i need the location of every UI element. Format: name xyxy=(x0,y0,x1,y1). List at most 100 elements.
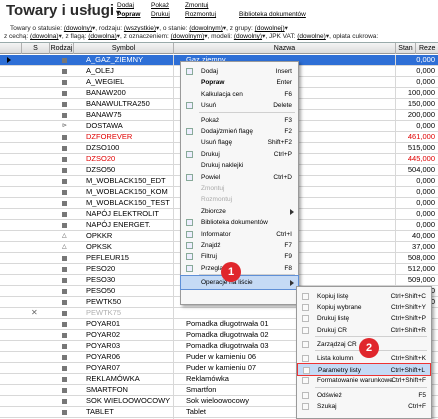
info-icon xyxy=(186,230,193,238)
submenu-item-icon xyxy=(302,340,309,348)
header-s[interactable]: S xyxy=(22,43,50,54)
cell-symbol: BANAWULTRA250 xyxy=(50,99,174,109)
cell-symbol: OPKKR xyxy=(50,231,174,241)
cell-symbol: POYAR07 xyxy=(50,363,174,373)
toolbar-add-link[interactable]: Dodaj xyxy=(117,2,134,9)
find-icon xyxy=(186,242,193,249)
toolbar-edit-link[interactable]: Popraw xyxy=(117,11,140,18)
cell-symbol: REKLAMÓWKA xyxy=(50,374,174,384)
submenu-item-icon xyxy=(302,355,309,362)
header-stock[interactable]: Stan xyxy=(396,43,416,54)
cell-symbol: POYAR01 xyxy=(50,319,174,329)
jpk-filter[interactable]: (dowolne) xyxy=(297,33,326,40)
print-icon xyxy=(186,150,193,158)
cell-symbol: PEFLEUR15 xyxy=(50,253,174,263)
menu-item-shortcut: Ctrl+Shift+F xyxy=(391,377,426,385)
cell-stock: 0,000 xyxy=(416,187,435,196)
cell-stock: 0,000 xyxy=(416,55,435,64)
status-filter[interactable]: (dowolny) xyxy=(64,25,92,32)
cell-symbol: M_WOBLACK150_KOM xyxy=(50,187,174,197)
submenu-arrow-icon xyxy=(290,280,294,287)
cell-stock: 37,000 xyxy=(412,242,435,251)
browse-icon xyxy=(186,264,193,272)
cell-stock: 515,000 xyxy=(407,143,435,152)
cell-symbol: NAPÓJ ELEKTROLIT xyxy=(50,209,174,219)
menu-separator xyxy=(315,335,427,337)
library-icon xyxy=(186,219,193,227)
delete-icon xyxy=(186,102,193,110)
context-menu-item[interactable]: Usuń Delete xyxy=(181,99,298,112)
cell-stock: 40,000 xyxy=(412,231,435,240)
header-symbol[interactable]: Symbol xyxy=(74,43,174,54)
header-name[interactable]: Nazwa xyxy=(174,43,396,54)
cell-stock: 0,000 xyxy=(416,121,435,130)
cell-symbol: SMARTFON xyxy=(50,385,174,395)
cell-symbol: POYAR03 xyxy=(50,341,174,351)
cell-stock: 150,000 xyxy=(407,99,435,108)
menu-item-label: Zarządzaj CR xyxy=(317,340,357,348)
header-kind[interactable]: Rodzaj xyxy=(50,43,74,54)
submenu-item-icon xyxy=(302,377,309,385)
cell-stock: 0,000 xyxy=(416,66,435,75)
step-badge-2: 2 xyxy=(359,338,379,358)
menu-separator xyxy=(315,386,427,388)
cell-symbol: DZSO100 xyxy=(50,143,174,153)
model-filter[interactable]: (dowolny) xyxy=(234,33,262,40)
toolbar-disassemble-link[interactable]: Rozmontuj xyxy=(185,11,216,18)
cell-stock: 0,000 xyxy=(416,77,435,86)
cell-stock: 512,000 xyxy=(407,264,435,273)
cell-symbol: NAPÓJ ENERGET. xyxy=(50,220,174,230)
cell-stock: 504,000 xyxy=(407,165,435,174)
menu-item-shortcut: Ctrl+Shift+R xyxy=(390,326,426,334)
cell-symbol: SOK WIELOOWOCOWY xyxy=(50,396,174,406)
cell-stock: 508,000 xyxy=(407,253,435,262)
mark-filter[interactable]: (dowolnym) xyxy=(171,33,205,40)
cell-stock: 100,000 xyxy=(407,88,435,97)
page-title[interactable]: Towary i usługi ▾ xyxy=(6,2,120,19)
cell-symbol: PESO30 xyxy=(50,275,174,285)
grid-header: S Rodzaj Symbol Nazwa Stan Reze xyxy=(0,43,438,54)
group-filter[interactable]: (dowolnej) xyxy=(255,25,285,32)
toolbar-assemble-link[interactable]: Zmontuj xyxy=(185,2,208,9)
cell-symbol: POYAR02 xyxy=(50,330,174,340)
submenu-item-icon xyxy=(302,402,309,410)
toolbar-show-link[interactable]: Pokaż xyxy=(151,2,169,9)
menu-item-label: Usuń xyxy=(201,102,217,110)
kind-filter[interactable]: (wszystkie) xyxy=(124,25,156,32)
submenu-item[interactable]: Formatowanie warunkowe Ctrl+Shift+F xyxy=(297,374,431,387)
cell-symbol: DZSO20 xyxy=(50,154,174,164)
menu-item-label: Formatowanie warunkowe xyxy=(317,377,393,385)
cell-stock: 461,000 xyxy=(407,132,435,141)
feature-filter[interactable]: (dowolna) xyxy=(30,33,59,40)
stock-filter[interactable]: (dowolnym) xyxy=(189,25,223,32)
menu-item-label: Szukaj xyxy=(317,402,337,410)
cell-symbol: M_WOBLACK150_TEST xyxy=(50,198,174,208)
add-icon xyxy=(186,68,193,75)
cell-symbol: DZSO50 xyxy=(50,165,174,175)
cell-stock: 0,000 xyxy=(416,209,435,218)
flag-filter[interactable]: (dowolna) xyxy=(88,33,117,40)
toolbar-library-link[interactable]: Biblioteka dokumentów xyxy=(239,11,306,18)
filter-row-2: z cechą: (dowolna)▾, z flagą: (dowolna)▾… xyxy=(4,33,379,40)
current-row-marker-icon xyxy=(7,57,11,63)
menu-item-shortcut: Delete xyxy=(273,102,292,110)
cell-symbol: TABLET xyxy=(50,407,174,417)
submenu-item[interactable]: Drukuj CR Ctrl+Shift+R xyxy=(297,324,431,337)
toolbar-print-link[interactable]: Drukuj xyxy=(151,11,170,18)
menu-item-shortcut: F8 xyxy=(284,264,292,272)
header-reserved[interactable]: Reze xyxy=(416,43,438,54)
cell-symbol: A_OLEJ xyxy=(50,66,174,76)
submenu-item-icon xyxy=(302,293,309,300)
cell-stock: 0,000 xyxy=(416,176,435,185)
header-blank xyxy=(0,43,22,54)
cell-symbol: PESO50 xyxy=(50,286,174,296)
context-menu-item[interactable]: Operacje na liście xyxy=(180,275,299,291)
flag-icon xyxy=(186,128,193,135)
submenu-item-icon xyxy=(302,326,309,334)
filter-row-1: Towary o statusie: (dowolny)▾, rodzaju: … xyxy=(10,25,288,32)
submenu-item[interactable]: Szukaj Ctrl+F xyxy=(297,400,431,413)
submenu-item-icon xyxy=(302,391,309,399)
menu-item-label: Drukuj CR xyxy=(317,326,347,334)
cell-symbol: OPKSK xyxy=(50,242,174,252)
cell-stock: 509,000 xyxy=(407,275,435,284)
